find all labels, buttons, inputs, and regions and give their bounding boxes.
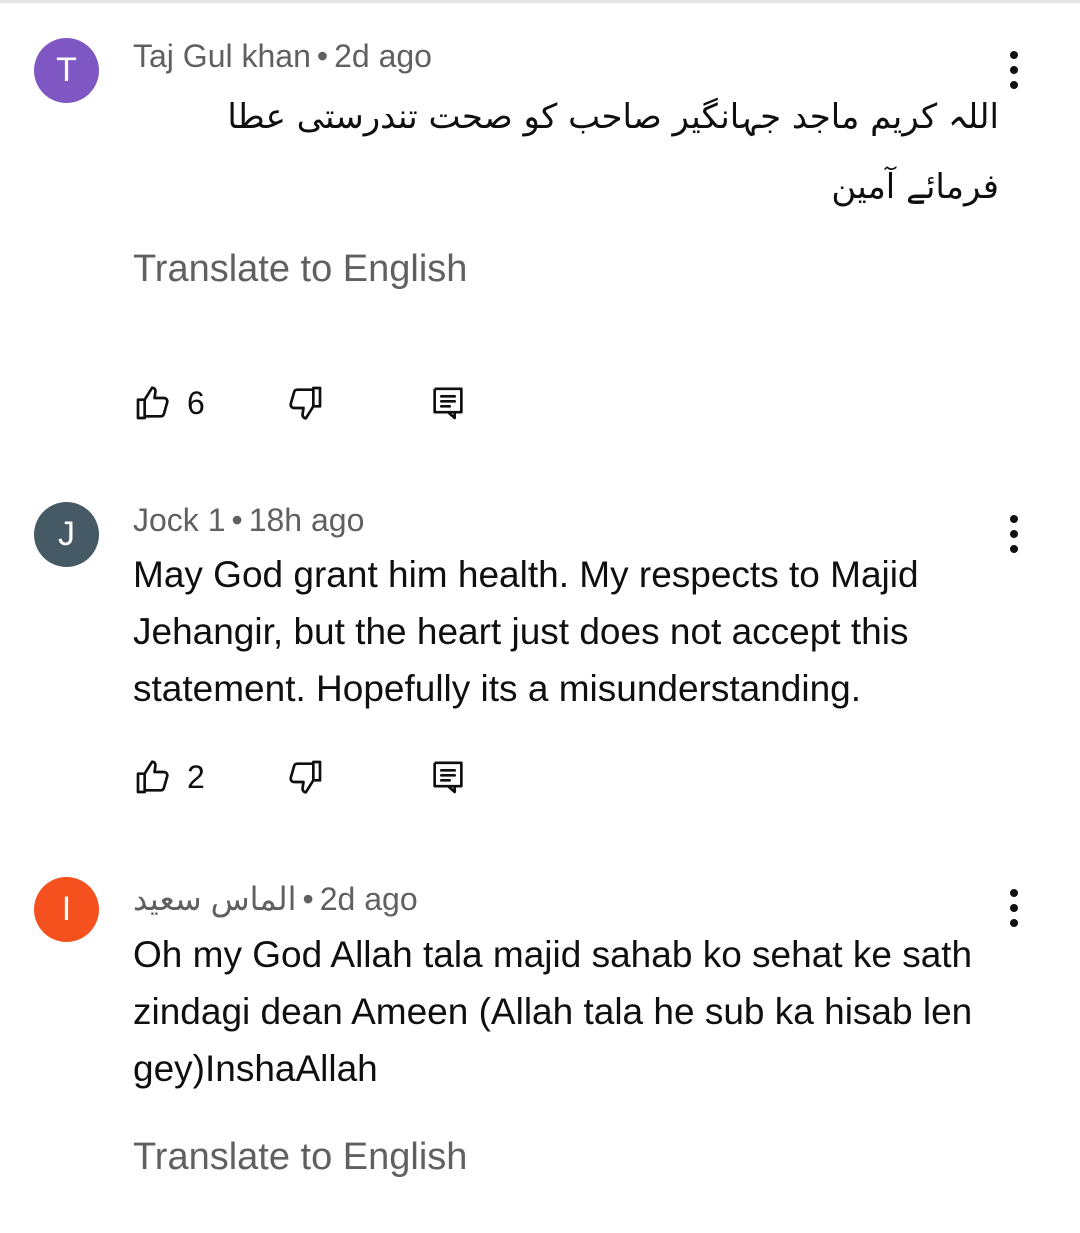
- comment-time[interactable]: 2d ago: [320, 881, 418, 917]
- avatar[interactable]: I: [34, 877, 99, 942]
- separator-dot: •: [302, 881, 314, 917]
- thumbs-up-icon: [133, 383, 173, 423]
- reply-icon: [428, 757, 468, 797]
- comment-meta: Taj Gul khan • 2d ago: [133, 38, 432, 75]
- translate-button[interactable]: Translate to English: [133, 248, 467, 291]
- reply-button[interactable]: [428, 752, 468, 802]
- comment-actions: 2: [133, 752, 493, 802]
- thumbs-down-icon: [285, 383, 325, 423]
- separator-dot: •: [316, 38, 329, 74]
- more-vert-icon[interactable]: [994, 44, 1034, 96]
- comment-text: Oh my God Allah tala majid sahab ko seha…: [133, 934, 973, 1089]
- like-count: 6: [187, 384, 205, 421]
- avatar-letter: T: [56, 51, 77, 89]
- comment-meta: الماس سعید • 2d ago: [133, 880, 418, 918]
- reply-button[interactable]: [428, 378, 468, 428]
- separator-dot: •: [231, 502, 243, 538]
- dislike-button[interactable]: [285, 752, 325, 802]
- like-button[interactable]: 2: [133, 752, 205, 802]
- thumbs-down-icon: [285, 757, 325, 797]
- dislike-button[interactable]: [285, 378, 325, 428]
- like-button[interactable]: 6: [133, 378, 205, 428]
- avatar[interactable]: J: [34, 502, 99, 567]
- like-count: 2: [187, 758, 205, 795]
- translate-button[interactable]: Translate to English: [133, 1136, 467, 1179]
- author-name[interactable]: الماس سعید: [133, 880, 297, 918]
- author-name[interactable]: Jock 1: [133, 502, 225, 538]
- top-divider: [0, 0, 1080, 3]
- comment-time[interactable]: 2d ago: [334, 38, 432, 74]
- comment-text: اللہ کریم ماجد جہانگیر صاحب کو صحت تندرس…: [227, 97, 999, 207]
- comment-text: May God grant him health. My respects to…: [133, 554, 919, 709]
- avatar-letter: I: [61, 890, 72, 928]
- avatar-letter: J: [58, 515, 75, 553]
- comment-time[interactable]: 18h ago: [249, 502, 365, 538]
- avatar[interactable]: T: [34, 38, 99, 103]
- author-name[interactable]: Taj Gul khan: [133, 38, 311, 74]
- thumbs-up-icon: [133, 757, 173, 797]
- reply-icon: [428, 383, 468, 423]
- comment-meta: Jock 1 • 18h ago: [133, 502, 364, 539]
- comment-actions: 6: [133, 378, 493, 428]
